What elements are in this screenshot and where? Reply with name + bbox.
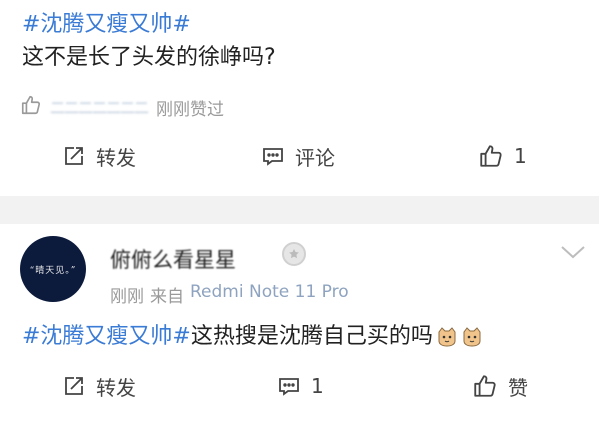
comment-button[interactable]: 1 [277, 374, 324, 398]
source-prefix: 来自 [150, 287, 184, 307]
comment-icon [277, 374, 301, 398]
post-text: 这不是长了头发的徐峥吗? [22, 45, 276, 70]
repost-button[interactable]: 转发 [62, 372, 136, 401]
post-card-1: #沈腾又瘦又帅# 这不是长了头发的徐峥吗? 二二二二二二二 刚刚赞过 转发 评论… [0, 0, 599, 196]
username[interactable]: 俯俯么看星星 [110, 244, 236, 274]
post-2-body: #沈腾又瘦又帅# 这热搜是沈腾自己买的吗 [22, 322, 483, 352]
post-1-body: #沈腾又瘦又帅# 这不是长了头发的徐峥吗? [22, 10, 276, 76]
post-text: 这热搜是沈腾自己买的吗 [190, 324, 433, 349]
card-divider [0, 196, 599, 224]
comment-button[interactable]: 评论 [261, 142, 335, 171]
cat-emoji-icon [461, 326, 483, 348]
repost-button[interactable]: 转发 [62, 142, 136, 171]
post-time: 刚刚 [110, 287, 144, 307]
comment-label: 评论 [295, 145, 335, 170]
likers-status: 刚刚赞过 [156, 100, 225, 120]
avatar-text: “晴天见。” [29, 265, 77, 276]
like-count: 1 [514, 144, 527, 168]
device-name: Redmi Note 11 Pro [190, 282, 349, 302]
like-button[interactable]: 赞 [472, 372, 528, 401]
post-meta: 刚刚 来自 Redmi Note 11 Pro [110, 282, 349, 307]
thumb-up-icon [20, 94, 42, 121]
topic-link[interactable]: #沈腾又瘦又帅# [22, 322, 191, 352]
comment-icon [261, 144, 285, 168]
like-button[interactable]: 1 [478, 143, 527, 169]
comment-count: 1 [311, 374, 324, 398]
badge-icon [282, 242, 306, 266]
cat-emoji-icon [436, 326, 458, 348]
topic-link[interactable]: #沈腾又瘦又帅# [22, 10, 276, 43]
repost-label: 转发 [96, 375, 136, 400]
repost-label: 转发 [96, 145, 136, 170]
likers-row[interactable]: 二二二二二二二 刚刚赞过 [20, 94, 224, 121]
repost-icon [62, 144, 86, 168]
chevron-down-icon[interactable] [560, 244, 586, 264]
thumb-up-icon [478, 143, 504, 169]
like-label: 赞 [508, 375, 528, 400]
likers-names: 二二二二二二二 [50, 99, 149, 117]
repost-icon [62, 374, 86, 398]
avatar[interactable]: “晴天见。” [20, 236, 86, 302]
thumb-up-icon [472, 373, 498, 399]
